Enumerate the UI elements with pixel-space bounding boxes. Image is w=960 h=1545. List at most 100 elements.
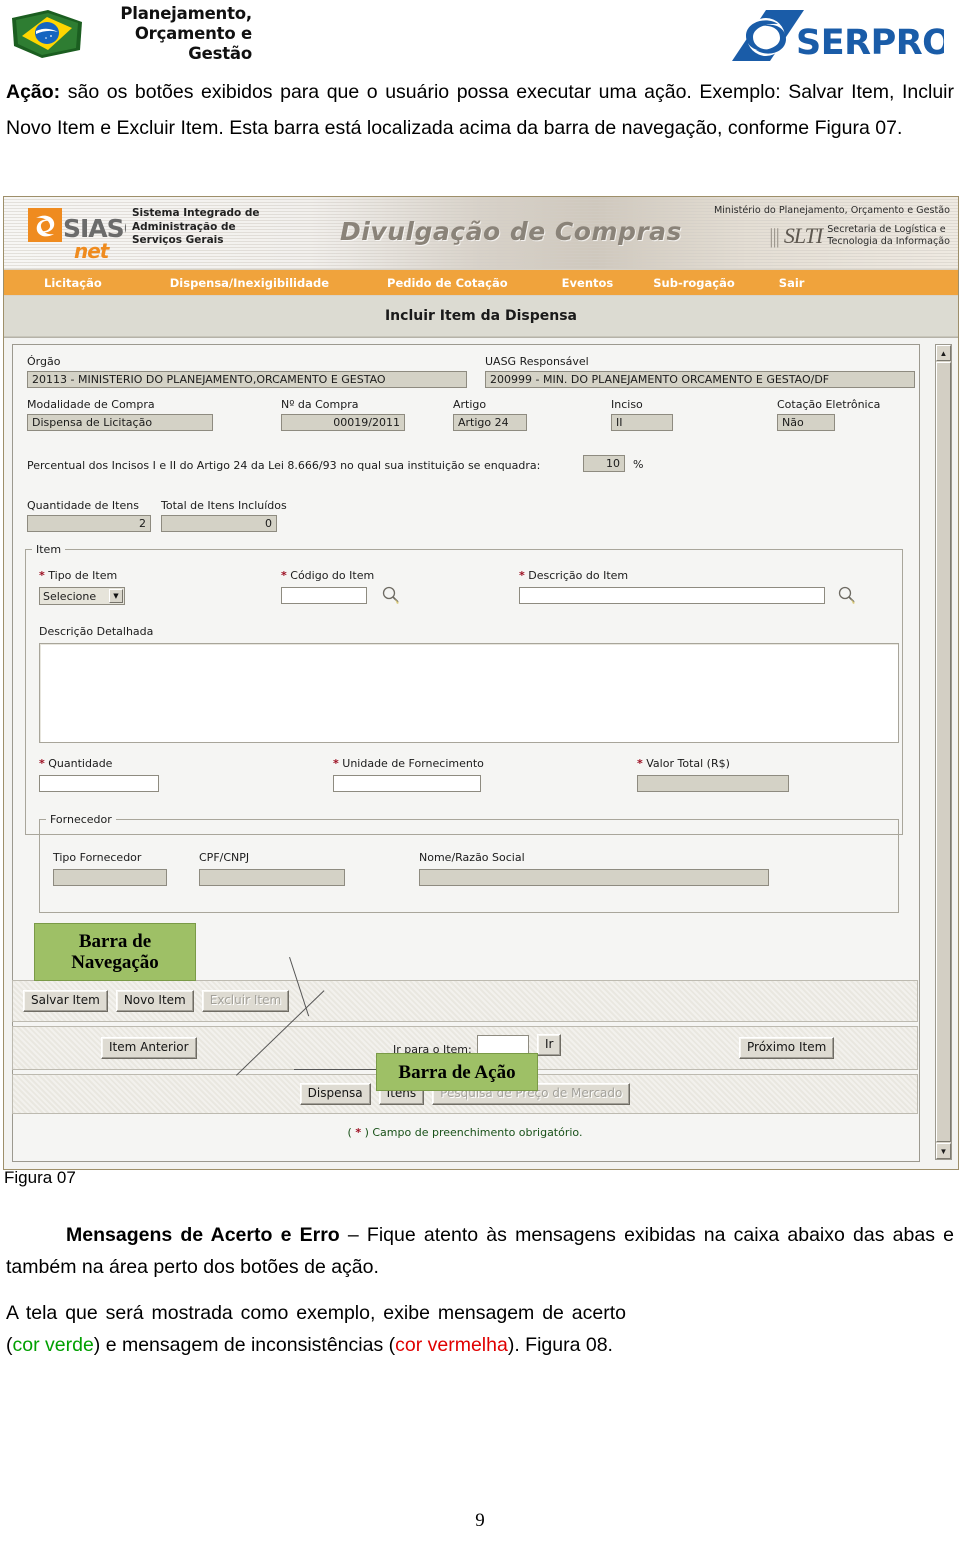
percentual-value: 10	[583, 455, 625, 472]
nome-razao-social-label: Nome/Razão Social	[419, 851, 525, 864]
dispensa-tab-button[interactable]: Dispensa	[299, 1083, 371, 1105]
tipo-item-selected-value: Selecione	[43, 589, 97, 603]
required-marker: *	[637, 757, 643, 770]
body-p2-red: cor vermelha	[395, 1334, 508, 1356]
numero-compra-value: 00019/2011	[281, 414, 405, 431]
nav-item-licitacao[interactable]: Licitação	[44, 276, 102, 290]
tipo-item-label: * Tipo de Item	[39, 569, 117, 582]
note-suffix: ) Campo de preenchimento obrigatório.	[361, 1126, 583, 1139]
body-p2-green: cor verde	[12, 1334, 94, 1356]
cotacao-eletronica-label: Cotação Eletrônica	[777, 398, 881, 411]
required-marker: *	[333, 757, 339, 770]
required-marker: *	[519, 569, 525, 582]
unidade-fornecimento-input[interactable]	[333, 775, 481, 792]
scroll-down-icon[interactable]: ▼	[936, 1143, 951, 1159]
item-anterior-button[interactable]: Item Anterior	[101, 1037, 197, 1059]
descricao-item-label-text: Descrição do Item	[528, 569, 629, 582]
body-p2-b: ) e mensagem de inconsistências (	[93, 1334, 396, 1356]
nav-item-eventos[interactable]: Eventos	[562, 276, 614, 290]
scroll-up-icon[interactable]: ▲	[936, 345, 951, 361]
quantidade-label: * Quantidade	[39, 757, 112, 770]
item-group-legend: Item	[36, 543, 62, 556]
total-incluidos-label: Total de Itens Incluídos	[161, 499, 287, 512]
main-navigation-bar[interactable]: Licitação Dispensa/Inexigibilidade Pedid…	[4, 270, 958, 296]
nav-item-dispensa-inexigibilidade[interactable]: Dispensa/Inexigibilidade	[170, 276, 329, 290]
page-number: 9	[475, 1510, 485, 1531]
required-marker: *	[281, 569, 287, 582]
modalidade-value: Dispensa de Licitação	[27, 414, 213, 431]
descricao-item-input[interactable]	[519, 587, 825, 604]
svg-text:net: net	[74, 239, 111, 262]
cotacao-eletronica-value: Não	[777, 414, 835, 431]
form-scrollbar[interactable]: ▲ ▼	[935, 344, 952, 1160]
fornecedor-group-legend: Fornecedor	[50, 813, 112, 826]
annotation-barra-de-acao: Barra de Ação	[376, 1053, 538, 1091]
modalidade-label: Modalidade de Compra	[27, 398, 155, 411]
valor-total-value	[637, 775, 789, 792]
nav-item-pedido-de-cotacao[interactable]: Pedido de Cotação	[387, 276, 508, 290]
intro-paragraph: Ação: são os botões exibidos para que o …	[6, 74, 954, 146]
quantidade-itens-label: Quantidade de Itens	[27, 499, 139, 512]
slti-subtitle: Secretaria de Logística e Tecnologia da …	[827, 224, 950, 247]
numero-compra-label: Nº da Compra	[281, 398, 359, 411]
descricao-detalhada-textarea[interactable]	[39, 643, 899, 743]
valor-total-label-text: Valor Total (R$)	[646, 757, 730, 770]
leader-line-acao-2	[294, 1069, 380, 1070]
nav-item-sair[interactable]: Sair	[779, 276, 805, 290]
salvar-item-button[interactable]: Salvar Item	[23, 990, 108, 1012]
unidade-label-text: Unidade de Fornecimento	[342, 757, 484, 770]
slti-bars-icon: |||	[769, 223, 780, 248]
percentual-suffix: %	[633, 458, 644, 471]
annotation-barra-de-navegacao: Barra de Navegação	[34, 923, 196, 981]
chevron-down-icon[interactable]: ▼	[109, 589, 123, 603]
uasg-label: UASG Responsável	[485, 355, 589, 368]
body-p1-bold: Mensagens de Acerto e Erro	[66, 1224, 340, 1246]
figure-caption: Figura 07	[4, 1168, 76, 1187]
brazil-flag-icon	[12, 10, 82, 58]
required-field-note: ( * ) Campo de preenchimento obrigatório…	[12, 1126, 918, 1139]
nome-razao-social-value	[419, 869, 769, 886]
tipo-item-label-text: Tipo de Item	[48, 569, 118, 582]
slti-logo: ||| SLTI Secretaria de Logística e Tecno…	[769, 223, 950, 249]
descricao-detalhada-label: Descrição Detalhada	[39, 625, 154, 638]
magnifier-icon-descricao[interactable]	[837, 585, 857, 605]
uasg-value: 200999 - MIN. DO PLANEJAMENTO ORCAMENTO …	[485, 371, 915, 388]
body-paragraph-2: A tela que será mostrada como exemplo, e…	[6, 1297, 626, 1361]
magnifier-icon-codigo[interactable]	[381, 585, 401, 605]
required-marker: *	[39, 569, 45, 582]
unidade-fornecimento-label: * Unidade de Fornecimento	[333, 757, 484, 770]
banner-title: Divulgação de Compras	[340, 217, 682, 246]
banner-ministry-label: Ministério do Planejamento, Orçamento e …	[713, 205, 950, 216]
intro-text: são os botões exibidos para que o usuári…	[6, 81, 954, 139]
required-marker: *	[39, 757, 45, 770]
tipo-fornecedor-label: Tipo Fornecedor	[53, 851, 142, 864]
proximo-item-button[interactable]: Próximo Item	[739, 1037, 835, 1059]
percentual-label: Percentual dos Incisos I e II do Artigo …	[27, 459, 541, 472]
document-header: Planejamento, Orçamento e Gestão SERPRO	[0, 0, 960, 78]
tipo-item-select[interactable]: Selecione ▼	[39, 587, 125, 605]
artigo-label: Artigo	[453, 398, 487, 411]
excluir-item-button: Excluir Item	[201, 990, 290, 1012]
codigo-item-input[interactable]	[281, 587, 367, 604]
form-area: ▲ ▼ Órgão 20113 - MINISTERIO DO PLANEJAM…	[4, 337, 958, 1169]
cpf-cnpj-value	[199, 869, 345, 886]
artigo-value: Artigo 24	[453, 414, 527, 431]
ministry-logo-text: Planejamento, Orçamento e Gestão	[120, 4, 252, 63]
total-incluidos-value: 0	[161, 515, 277, 532]
quantidade-label-text: Quantidade	[48, 757, 113, 770]
quantidade-input[interactable]	[39, 775, 159, 792]
intro-lead: Ação:	[6, 81, 61, 103]
scrollbar-thumb[interactable]	[936, 362, 951, 1142]
tipo-fornecedor-value	[53, 869, 167, 886]
quantidade-itens-value: 2	[27, 515, 151, 532]
ir-para-item-input[interactable]	[477, 1035, 529, 1054]
siasg-subtitle: Sistema Integrado de Administração de Se…	[132, 207, 260, 246]
valor-total-label: * Valor Total (R$)	[637, 757, 730, 770]
ir-button[interactable]: Ir	[537, 1034, 562, 1056]
novo-item-button[interactable]: Novo Item	[115, 990, 194, 1012]
inciso-value: II	[611, 414, 673, 431]
slti-mark-text: SLTI	[783, 223, 823, 248]
codigo-item-label: * Código do Item	[281, 569, 374, 582]
nav-item-sub-rogacao[interactable]: Sub-rogação	[653, 276, 735, 290]
orgao-value: 20113 - MINISTERIO DO PLANEJAMENTO,ORCAM…	[27, 371, 467, 388]
